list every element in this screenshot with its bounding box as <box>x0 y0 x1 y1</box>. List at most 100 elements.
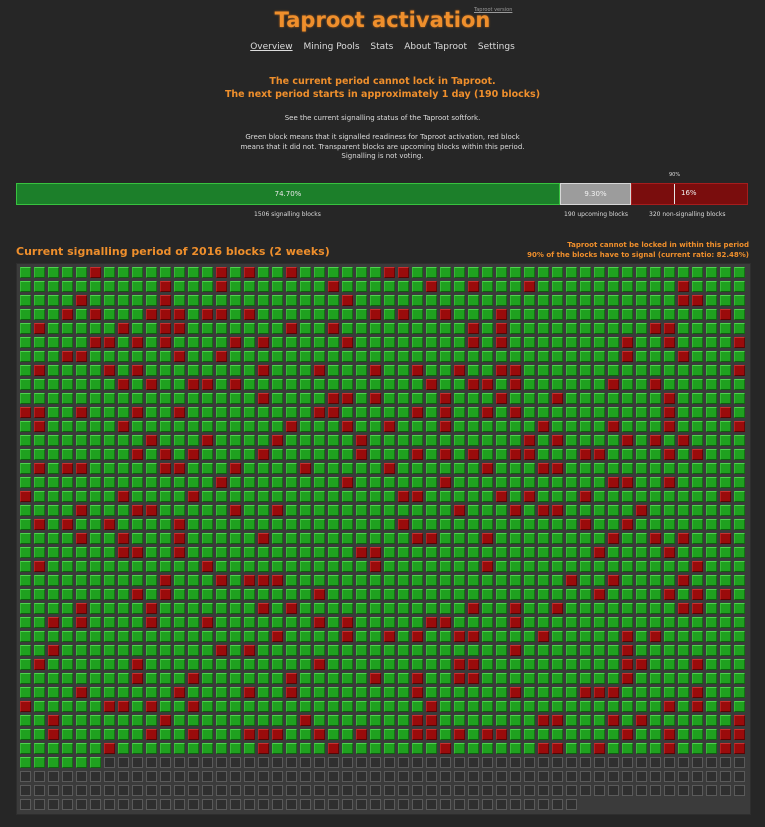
block-signalling[interactable] <box>48 393 59 404</box>
block-signalling[interactable] <box>384 477 395 488</box>
block-non-signalling[interactable] <box>510 407 521 418</box>
block-signalling[interactable] <box>188 617 199 628</box>
block-signalling[interactable] <box>412 351 423 362</box>
block-signalling[interactable] <box>734 323 745 334</box>
block-signalling[interactable] <box>608 631 619 642</box>
block-signalling[interactable] <box>272 309 283 320</box>
block-upcoming[interactable] <box>258 785 269 796</box>
block-signalling[interactable] <box>48 519 59 530</box>
block-non-signalling[interactable] <box>272 575 283 586</box>
block-signalling[interactable] <box>174 575 185 586</box>
block-signalling[interactable] <box>314 309 325 320</box>
block-signalling[interactable] <box>328 561 339 572</box>
block-signalling[interactable] <box>188 743 199 754</box>
block-non-signalling[interactable] <box>608 575 619 586</box>
block-signalling[interactable] <box>692 323 703 334</box>
block-signalling[interactable] <box>468 519 479 530</box>
block-signalling[interactable] <box>34 687 45 698</box>
block-signalling[interactable] <box>202 393 213 404</box>
block-signalling[interactable] <box>272 449 283 460</box>
block-signalling[interactable] <box>258 407 269 418</box>
block-signalling[interactable] <box>720 365 731 376</box>
block-upcoming[interactable] <box>496 799 507 810</box>
block-signalling[interactable] <box>468 295 479 306</box>
block-signalling[interactable] <box>244 351 255 362</box>
block-signalling[interactable] <box>300 687 311 698</box>
block-signalling[interactable] <box>594 701 605 712</box>
block-upcoming[interactable] <box>552 785 563 796</box>
block-signalling[interactable] <box>496 687 507 698</box>
block-signalling[interactable] <box>76 547 87 558</box>
block-non-signalling[interactable] <box>132 337 143 348</box>
block-signalling[interactable] <box>650 337 661 348</box>
block-signalling[interactable] <box>286 743 297 754</box>
block-signalling[interactable] <box>580 533 591 544</box>
block-signalling[interactable] <box>258 505 269 516</box>
block-signalling[interactable] <box>328 421 339 432</box>
block-signalling[interactable] <box>552 281 563 292</box>
block-signalling[interactable] <box>118 435 129 446</box>
block-signalling[interactable] <box>650 743 661 754</box>
block-signalling[interactable] <box>594 295 605 306</box>
block-non-signalling[interactable] <box>440 309 451 320</box>
block-signalling[interactable] <box>566 673 577 684</box>
block-non-signalling[interactable] <box>146 729 157 740</box>
block-signalling[interactable] <box>174 659 185 670</box>
block-non-signalling[interactable] <box>440 421 451 432</box>
block-signalling[interactable] <box>118 631 129 642</box>
block-signalling[interactable] <box>678 561 689 572</box>
block-signalling[interactable] <box>608 659 619 670</box>
block-non-signalling[interactable] <box>510 645 521 656</box>
block-signalling[interactable] <box>258 589 269 600</box>
block-signalling[interactable] <box>412 561 423 572</box>
block-signalling[interactable] <box>62 715 73 726</box>
block-signalling[interactable] <box>510 295 521 306</box>
block-signalling[interactable] <box>132 435 143 446</box>
block-signalling[interactable] <box>706 477 717 488</box>
block-signalling[interactable] <box>706 351 717 362</box>
block-signalling[interactable] <box>216 631 227 642</box>
block-signalling[interactable] <box>174 365 185 376</box>
block-signalling[interactable] <box>622 267 633 278</box>
block-non-signalling[interactable] <box>650 323 661 334</box>
block-upcoming[interactable] <box>244 757 255 768</box>
block-signalling[interactable] <box>118 743 129 754</box>
block-signalling[interactable] <box>20 337 31 348</box>
block-signalling[interactable] <box>314 701 325 712</box>
block-signalling[interactable] <box>720 519 731 530</box>
block-signalling[interactable] <box>482 435 493 446</box>
block-signalling[interactable] <box>398 365 409 376</box>
block-signalling[interactable] <box>90 281 101 292</box>
block-signalling[interactable] <box>608 603 619 614</box>
block-non-signalling[interactable] <box>258 365 269 376</box>
block-signalling[interactable] <box>146 337 157 348</box>
block-upcoming[interactable] <box>594 785 605 796</box>
block-non-signalling[interactable] <box>244 645 255 656</box>
block-signalling[interactable] <box>104 351 115 362</box>
block-non-signalling[interactable] <box>272 729 283 740</box>
block-signalling[interactable] <box>216 673 227 684</box>
block-signalling[interactable] <box>720 477 731 488</box>
block-signalling[interactable] <box>104 673 115 684</box>
block-signalling[interactable] <box>286 589 297 600</box>
block-signalling[interactable] <box>174 449 185 460</box>
block-signalling[interactable] <box>202 491 213 502</box>
block-signalling[interactable] <box>300 421 311 432</box>
block-signalling[interactable] <box>118 309 129 320</box>
block-signalling[interactable] <box>328 491 339 502</box>
block-non-signalling[interactable] <box>482 561 493 572</box>
block-upcoming[interactable] <box>34 785 45 796</box>
block-signalling[interactable] <box>622 701 633 712</box>
block-upcoming[interactable] <box>664 785 675 796</box>
block-signalling[interactable] <box>300 407 311 418</box>
block-signalling[interactable] <box>496 743 507 754</box>
block-non-signalling[interactable] <box>202 379 213 390</box>
block-signalling[interactable] <box>174 645 185 656</box>
block-signalling[interactable] <box>188 505 199 516</box>
block-signalling[interactable] <box>258 295 269 306</box>
block-non-signalling[interactable] <box>328 281 339 292</box>
block-signalling[interactable] <box>622 281 633 292</box>
block-signalling[interactable] <box>188 631 199 642</box>
block-signalling[interactable] <box>566 715 577 726</box>
block-signalling[interactable] <box>692 505 703 516</box>
